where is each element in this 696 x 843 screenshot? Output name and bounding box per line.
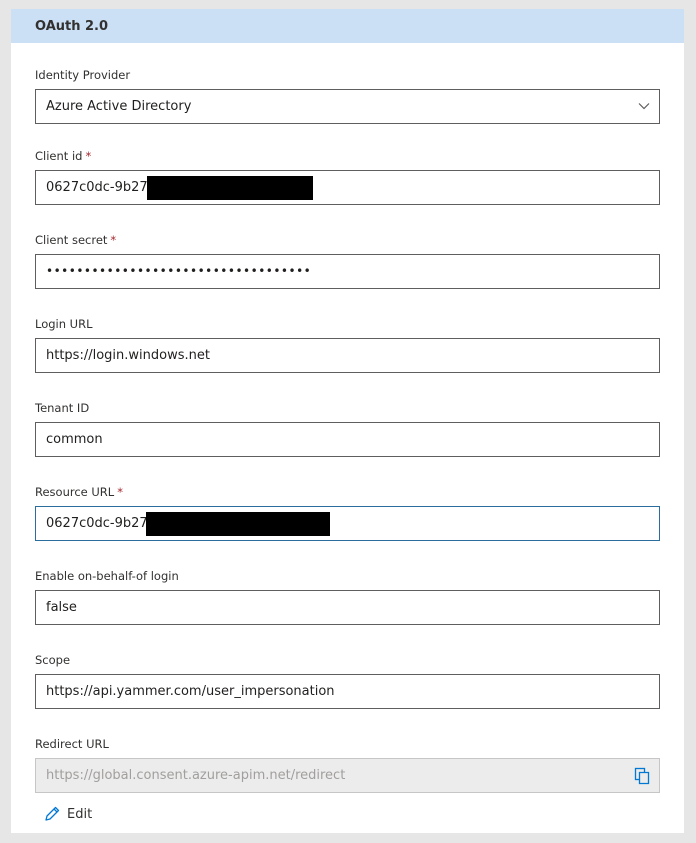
client-secret-input[interactable]: ••••••••••••••••••••••••••••••••••• bbox=[35, 254, 660, 289]
login-url-field: Login URL https://login.windows.net bbox=[35, 316, 660, 373]
client-secret-field: Client secret * •••••••••••••••••••••••••… bbox=[35, 232, 660, 289]
client-id-value: 0627c0dc-9b27- bbox=[46, 180, 153, 195]
client-secret-label: Client secret * bbox=[35, 232, 660, 248]
client-secret-value: ••••••••••••••••••••••••••••••••••• bbox=[46, 264, 312, 278]
client-id-input[interactable]: 0627c0dc-9b27- bbox=[35, 170, 660, 205]
scope-field: Scope https://api.yammer.com/user_impers… bbox=[35, 652, 660, 709]
resource-url-label: Resource URL * bbox=[35, 484, 660, 500]
on-behalf-login-input[interactable]: false bbox=[35, 590, 660, 625]
pencil-icon bbox=[45, 806, 60, 821]
resource-url-label-text: Resource URL bbox=[35, 485, 115, 499]
tenant-id-label: Tenant ID bbox=[35, 401, 90, 415]
client-id-field: Client id * 0627c0dc-9b27- bbox=[35, 148, 660, 205]
panel-header: OAuth 2.0 bbox=[11, 9, 684, 43]
required-marker: * bbox=[117, 485, 123, 499]
identity-provider-field: Identity Provider Azure Active Directory bbox=[35, 67, 660, 124]
scope-input[interactable]: https://api.yammer.com/user_impersonatio… bbox=[35, 674, 660, 709]
redaction-block bbox=[147, 176, 313, 200]
redirect-url-value: https://global.consent.azure-apim.net/re… bbox=[46, 768, 346, 783]
on-behalf-login-field: Enable on-behalf-of login false bbox=[35, 568, 660, 625]
required-marker: * bbox=[85, 149, 92, 163]
login-url-input[interactable]: https://login.windows.net bbox=[35, 338, 660, 373]
identity-provider-value: Azure Active Directory bbox=[46, 99, 192, 114]
panel-title: OAuth 2.0 bbox=[35, 18, 109, 34]
scope-value: https://api.yammer.com/user_impersonatio… bbox=[46, 684, 335, 699]
redirect-url-label: Redirect URL bbox=[35, 737, 109, 751]
identity-provider-dropdown[interactable]: Azure Active Directory bbox=[35, 89, 660, 124]
login-url-label: Login URL bbox=[35, 317, 93, 331]
tenant-id-field: Tenant ID common bbox=[35, 400, 660, 457]
redirect-url-field: Redirect URL https://global.consent.azur… bbox=[35, 736, 660, 793]
chevron-down-icon bbox=[638, 103, 650, 110]
identity-provider-label: Identity Provider bbox=[35, 68, 131, 82]
oauth-panel: OAuth 2.0 Identity Provider Azure Active… bbox=[11, 9, 684, 833]
client-id-label: Client id * bbox=[35, 148, 660, 164]
required-marker: * bbox=[110, 233, 117, 247]
edit-label: Edit bbox=[67, 806, 93, 822]
resource-url-field: Resource URL * 0627c0dc-9b27- bbox=[35, 484, 660, 541]
redaction-block bbox=[146, 512, 330, 536]
on-behalf-login-value: false bbox=[46, 600, 77, 615]
client-secret-label-text: Client secret bbox=[35, 233, 108, 247]
login-url-value: https://login.windows.net bbox=[46, 348, 210, 363]
on-behalf-login-label: Enable on-behalf-of login bbox=[35, 569, 179, 583]
resource-url-value: 0627c0dc-9b27- bbox=[46, 516, 153, 531]
copy-icon[interactable] bbox=[634, 767, 650, 785]
resource-url-input[interactable]: 0627c0dc-9b27- bbox=[35, 506, 660, 541]
redirect-url-input: https://global.consent.azure-apim.net/re… bbox=[35, 758, 660, 793]
edit-button[interactable]: Edit bbox=[43, 804, 92, 824]
tenant-id-input[interactable]: common bbox=[35, 422, 660, 457]
scope-label: Scope bbox=[35, 653, 71, 667]
tenant-id-value: common bbox=[46, 432, 103, 447]
client-id-label-text: Client id bbox=[35, 149, 83, 163]
